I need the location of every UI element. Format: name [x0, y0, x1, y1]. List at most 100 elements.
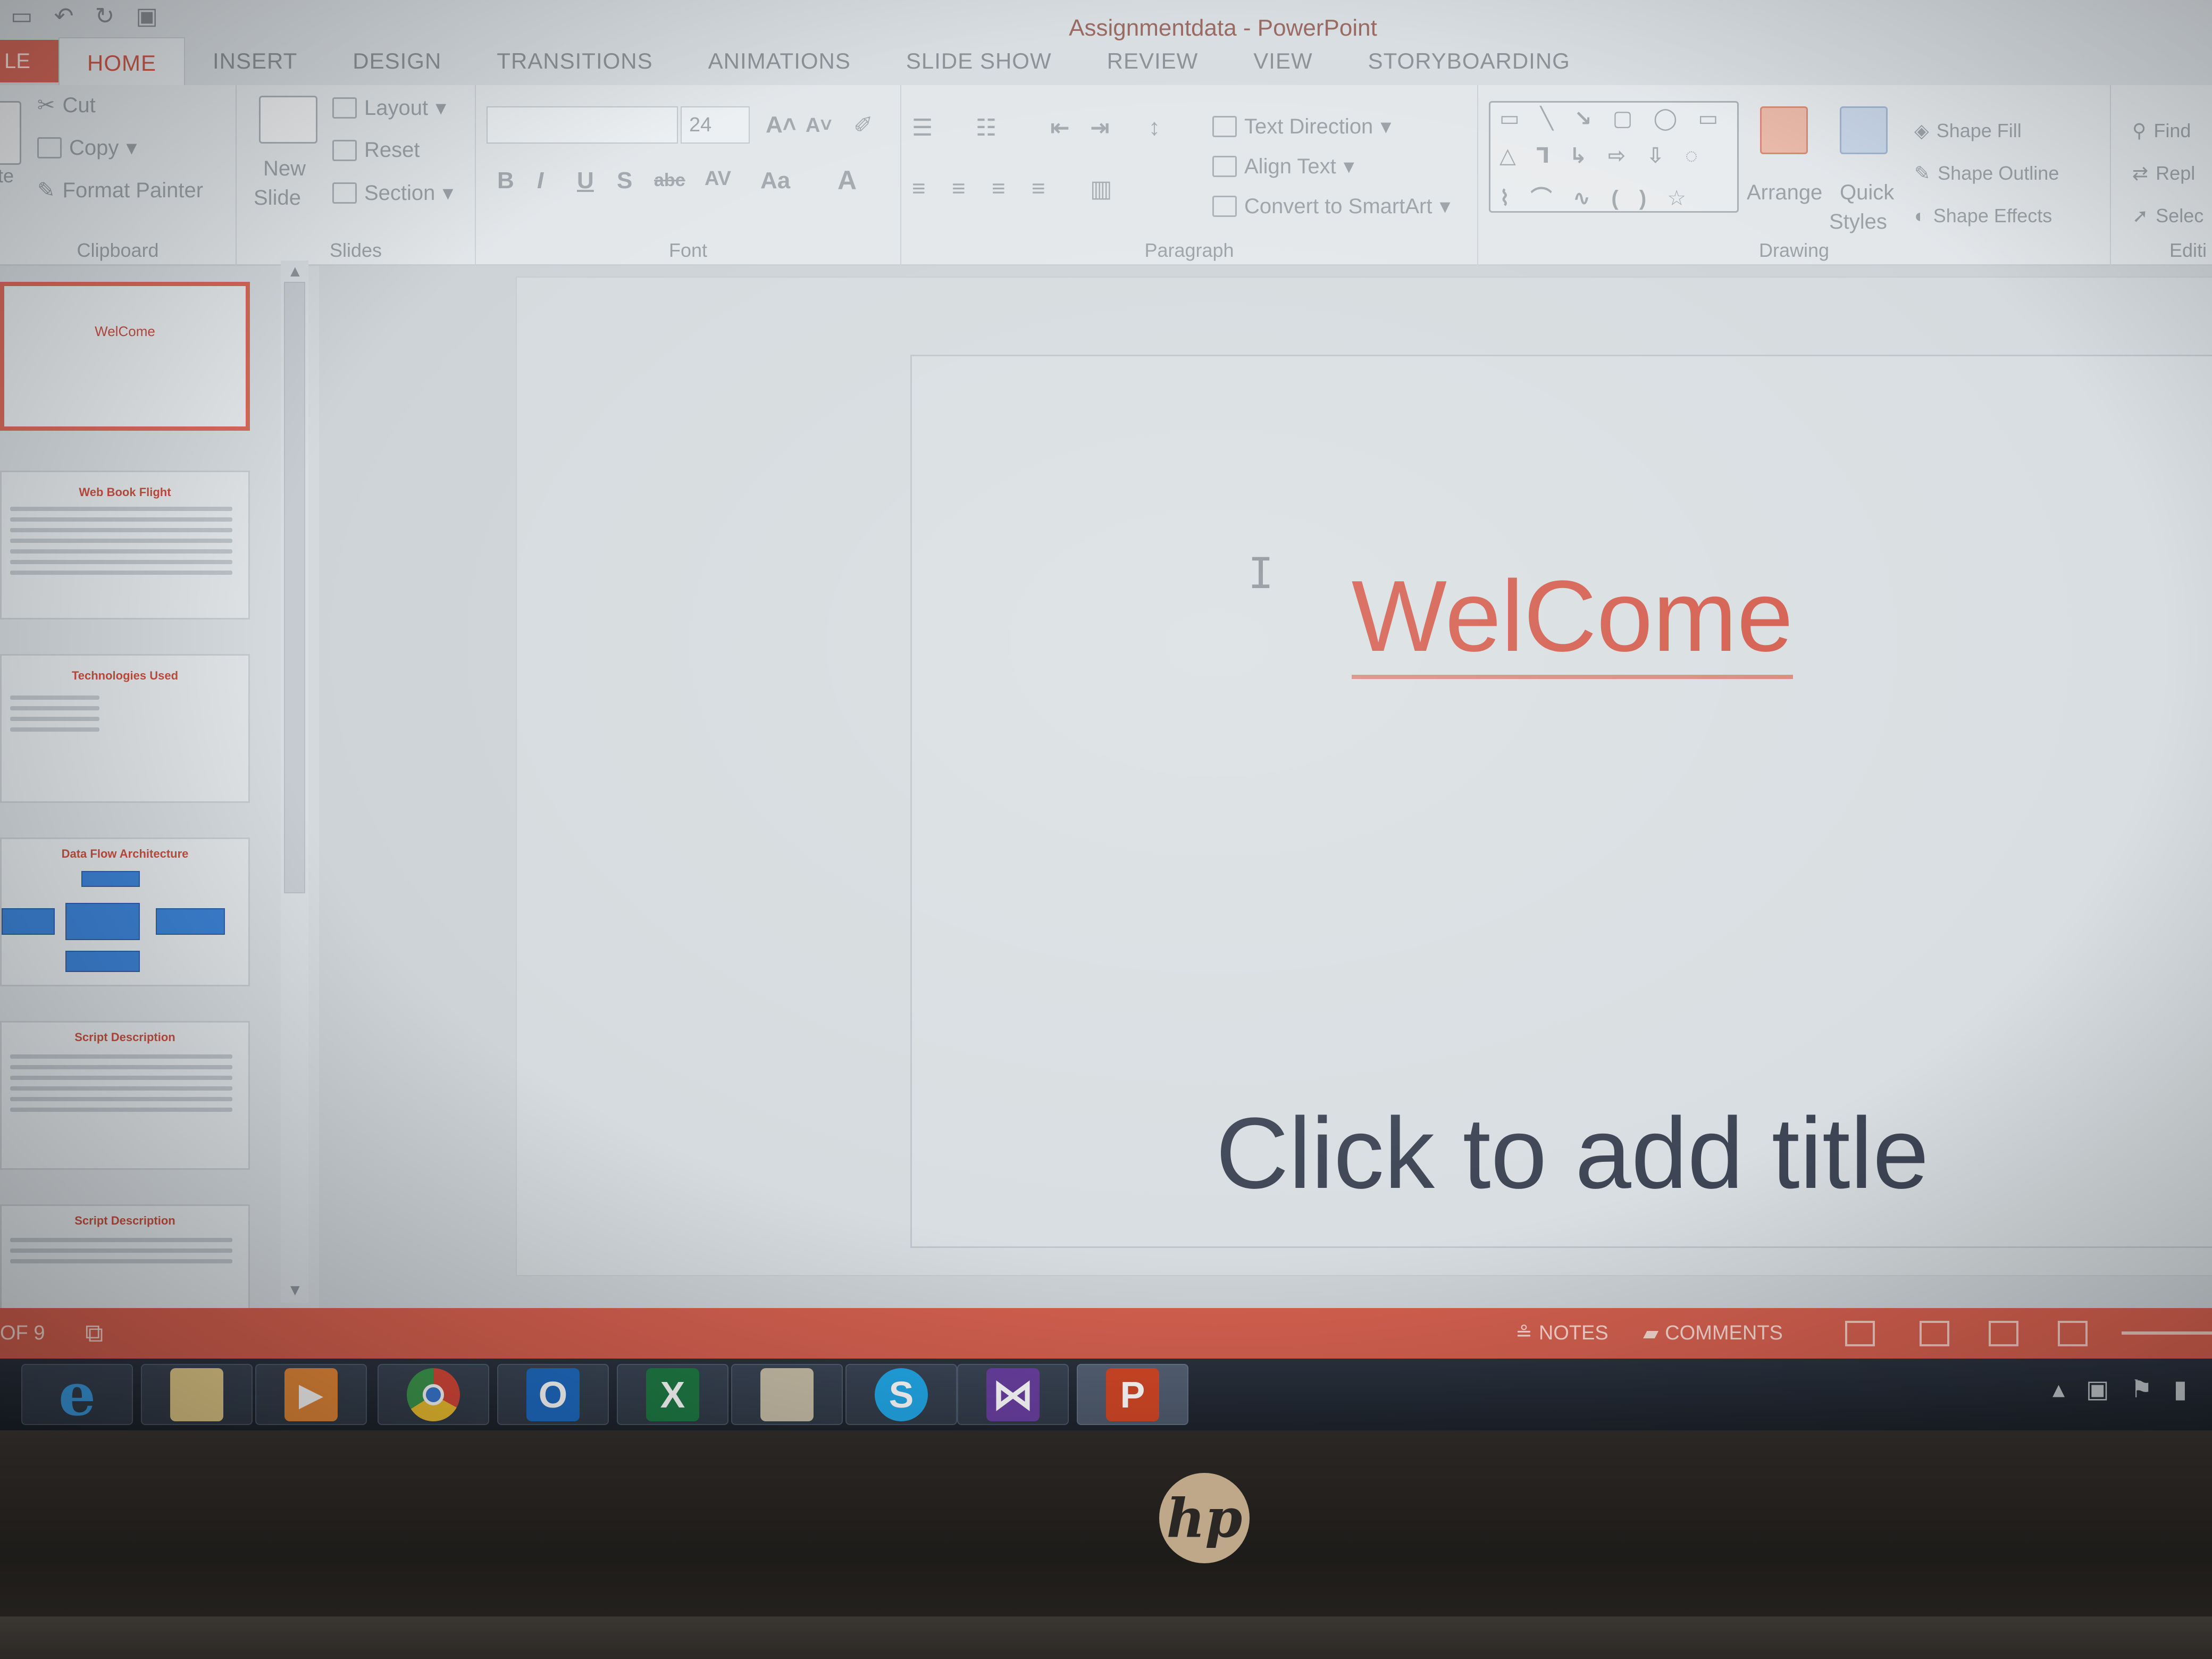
section-button[interactable]: Section ▾ [332, 181, 454, 205]
taskbar-outlook[interactable]: O [497, 1364, 609, 1425]
bullets-icon[interactable]: ☰ [912, 114, 933, 141]
tab-slide-show[interactable]: SLIDE SHOW [878, 37, 1079, 85]
taskbar-files[interactable] [731, 1364, 843, 1425]
zoom-slider[interactable] [2122, 1331, 2212, 1335]
replace-button[interactable]: ⇄ Repl [2132, 162, 2195, 185]
font-size-combo[interactable]: 24 [681, 106, 750, 144]
slide-thumbnail-2[interactable]: Web Book Flight [0, 471, 250, 619]
grow-font-icon[interactable]: A˄ [766, 112, 796, 138]
taskbar-chrome[interactable] [378, 1364, 489, 1425]
new-slide-button-line1[interactable]: New [263, 157, 306, 181]
reading-view-icon[interactable] [1989, 1321, 2018, 1346]
font-color-button[interactable]: A [837, 165, 857, 196]
action-center-flag-icon[interactable]: ⚑ [2131, 1375, 2152, 1403]
font-name-combo[interactable] [487, 106, 678, 144]
tab-file[interactable]: LE [0, 40, 58, 82]
taskbar-file-explorer[interactable] [141, 1364, 253, 1425]
quick-styles-line1[interactable]: Quick [1840, 181, 1894, 205]
increase-indent-icon[interactable]: ⇥ [1090, 114, 1110, 141]
select-button[interactable]: ➚ Selec [2132, 205, 2203, 227]
line-spacing-icon[interactable]: ↕ [1149, 114, 1160, 141]
taskbar-internet-explorer[interactable]: e [21, 1360, 133, 1429]
title-placeholder[interactable]: Click to add title [912, 1095, 2212, 1211]
change-case-button[interactable]: Aa [760, 167, 790, 194]
slide-heading-text[interactable]: WelCome [912, 558, 2212, 679]
align-text-button[interactable]: Align Text ▾ [1212, 154, 1354, 179]
slide-canvas[interactable]: WelCome Click to add title [910, 355, 2212, 1248]
scrollbar-thumb[interactable] [284, 282, 305, 893]
taskbar-media-player[interactable]: ▶ [255, 1364, 367, 1425]
thumbnails-scrollbar[interactable]: ▲ ▼ [281, 261, 308, 1303]
strikethrough-button[interactable]: abc [654, 170, 685, 191]
taskbar-excel[interactable]: X [617, 1364, 728, 1425]
tab-storyboarding[interactable]: STORYBOARDING [1340, 37, 1598, 85]
shape-outline-button[interactable]: ✎ Shape Outline [1914, 162, 2059, 185]
tab-design[interactable]: DESIGN [325, 37, 469, 85]
text-direction-button[interactable]: Text Direction ▾ [1212, 114, 1391, 139]
powerpoint-icon: P [1106, 1368, 1159, 1421]
copy-button[interactable]: Copy ▾ [37, 136, 137, 160]
slide-thumbnail-1[interactable]: WelCome [0, 282, 250, 431]
normal-view-icon[interactable] [1845, 1321, 1875, 1346]
taskbar-skype[interactable]: S [845, 1364, 957, 1425]
undo-icon[interactable]: ↶ [54, 3, 74, 30]
tab-transitions[interactable]: TRANSITIONS [469, 37, 680, 85]
comments-button[interactable]: ▰ COMMENTS [1643, 1321, 1783, 1345]
network-icon[interactable]: ▮ [2174, 1375, 2187, 1403]
tab-home[interactable]: HOME [58, 37, 185, 88]
text-shadow-button[interactable]: S [617, 167, 632, 194]
quick-styles-line2[interactable]: Styles [1829, 210, 1887, 234]
scroll-up-icon[interactable]: ▲ [287, 263, 303, 281]
format-painter-button[interactable]: ✎ Format Painter [37, 178, 203, 203]
shape-effects-button[interactable]: ◐ Shape Effects [1914, 205, 2052, 227]
convert-to-smartart-button[interactable]: Convert to SmartArt ▾ [1212, 194, 1451, 219]
align-right-icon[interactable]: ≡ [992, 175, 1006, 202]
align-left-icon[interactable]: ≡ [912, 175, 926, 202]
cut-button[interactable]: ✂ Cut [37, 93, 96, 118]
diagram-box [2, 908, 55, 935]
save-icon[interactable]: ▭ [11, 3, 33, 30]
paste-icon[interactable] [0, 101, 21, 165]
clear-formatting-icon[interactable]: ✐ [853, 112, 873, 139]
numbering-icon[interactable]: ☷ [976, 114, 996, 141]
layout-button[interactable]: Layout ▾ [332, 96, 446, 120]
arrange-button[interactable]: Arrange [1747, 181, 1822, 205]
new-slide-button-line2[interactable]: Slide [254, 186, 301, 210]
italic-button[interactable]: I [537, 167, 543, 194]
bold-button[interactable]: B [497, 167, 514, 194]
quick-styles-icon[interactable] [1840, 106, 1888, 154]
shrink-font-icon[interactable]: A˅ [806, 114, 832, 137]
taskbar-visual-studio[interactable]: ⋈ [957, 1364, 1069, 1425]
tab-insert[interactable]: INSERT [185, 37, 325, 85]
character-spacing-button[interactable]: AV [705, 167, 731, 190]
slide-editor: WelCome Click to add title I [319, 266, 2212, 1308]
slide-thumbnail-4[interactable]: Data Flow Architecture [0, 837, 250, 986]
start-from-beginning-icon[interactable]: ▣ [136, 3, 158, 30]
columns-icon[interactable]: ▥ [1090, 175, 1112, 203]
paste-button[interactable]: te [0, 165, 14, 187]
taskbar-powerpoint[interactable]: P [1077, 1364, 1188, 1425]
slide-thumbnail-3[interactable]: Technologies Used [0, 654, 250, 803]
spell-check-icon[interactable]: ⧉ [85, 1319, 103, 1348]
slide-thumbnail-5[interactable]: Script Description [0, 1021, 250, 1170]
slide-show-view-icon[interactable] [2058, 1321, 2088, 1346]
find-button[interactable]: ⚲ Find [2132, 120, 2191, 142]
tab-view[interactable]: VIEW [1226, 37, 1340, 85]
scroll-down-icon[interactable]: ▼ [287, 1281, 303, 1300]
decrease-indent-icon[interactable]: ⇤ [1050, 114, 1070, 141]
justify-icon[interactable]: ≡ [1032, 175, 1045, 202]
underline-button[interactable]: U [577, 167, 594, 194]
slide-thumbnail-6[interactable]: Script Description [0, 1204, 250, 1311]
lock-icon[interactable]: ▣ [2086, 1375, 2109, 1403]
show-hidden-icons-icon[interactable]: ▴ [2052, 1375, 2065, 1403]
shape-fill-button[interactable]: ◈ Shape Fill [1914, 120, 2022, 142]
redo-icon[interactable]: ↻ [95, 3, 114, 30]
arrange-icon[interactable] [1760, 106, 1808, 154]
align-center-icon[interactable]: ≡ [952, 175, 966, 202]
new-slide-icon[interactable] [259, 96, 317, 144]
reset-button[interactable]: Reset [332, 138, 420, 162]
slide-sorter-view-icon[interactable] [1920, 1321, 1949, 1346]
tab-animations[interactable]: ANIMATIONS [681, 37, 878, 85]
notes-button[interactable]: ≗ NOTES [1515, 1321, 1608, 1345]
tab-review[interactable]: REVIEW [1079, 37, 1226, 85]
